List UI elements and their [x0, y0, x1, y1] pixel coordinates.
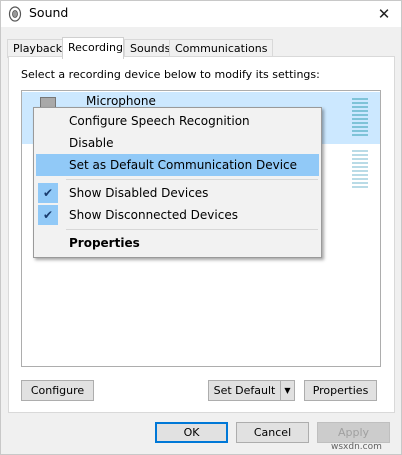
close-icon: ✕	[377, 5, 391, 23]
menu-item-show-disabled[interactable]: ✔ Show Disabled Devices	[36, 182, 319, 204]
menu-item-show-disconnected[interactable]: ✔ Show Disconnected Devices	[36, 204, 319, 226]
set-default-dropdown[interactable]: ▼	[280, 380, 295, 401]
set-default-button[interactable]: Set Default	[208, 380, 281, 401]
menu-separator	[66, 179, 318, 180]
menu-item-label: Show Disconnected Devices	[69, 208, 238, 222]
menu-item-properties[interactable]: Properties	[36, 232, 319, 254]
device-name: Microphone	[86, 94, 156, 108]
apply-button[interactable]: Apply	[317, 422, 390, 443]
context-menu: Configure Speech Recognition Disable Set…	[33, 107, 322, 258]
menu-separator	[66, 229, 318, 230]
speaker-icon	[8, 6, 22, 22]
window-title: Sound	[29, 5, 69, 20]
title-bar[interactable]: Sound ✕	[1, 1, 401, 27]
chevron-down-icon: ▼	[284, 386, 291, 395]
properties-button[interactable]: Properties	[304, 380, 377, 401]
configure-button[interactable]: Configure	[21, 380, 94, 401]
sound-dialog: Sound ✕ Playback Recording Sounds Commun…	[0, 0, 402, 455]
menu-item-label: Properties	[69, 236, 140, 250]
menu-item-label: Disable	[69, 136, 114, 150]
level-meter	[352, 150, 368, 188]
ok-button[interactable]: OK	[155, 422, 228, 443]
checkmark-icon: ✔	[38, 183, 58, 203]
cancel-button[interactable]: Cancel	[236, 422, 309, 443]
menu-item-label: Configure Speech Recognition	[69, 114, 250, 128]
level-meter	[352, 98, 368, 136]
instruction-text: Select a recording device below to modif…	[21, 68, 320, 81]
watermark: wsxdn.com	[331, 442, 382, 452]
tab-recording[interactable]: Recording	[62, 37, 124, 59]
menu-item-configure-speech[interactable]: Configure Speech Recognition	[36, 110, 319, 132]
menu-item-disable[interactable]: Disable	[36, 132, 319, 154]
menu-item-set-default-communication[interactable]: Set as Default Communication Device	[36, 154, 319, 176]
menu-item-label: Set as Default Communication Device	[69, 158, 298, 172]
menu-item-label: Show Disabled Devices	[69, 186, 209, 200]
checkmark-icon: ✔	[38, 205, 58, 225]
close-button[interactable]: ✕	[367, 1, 401, 27]
